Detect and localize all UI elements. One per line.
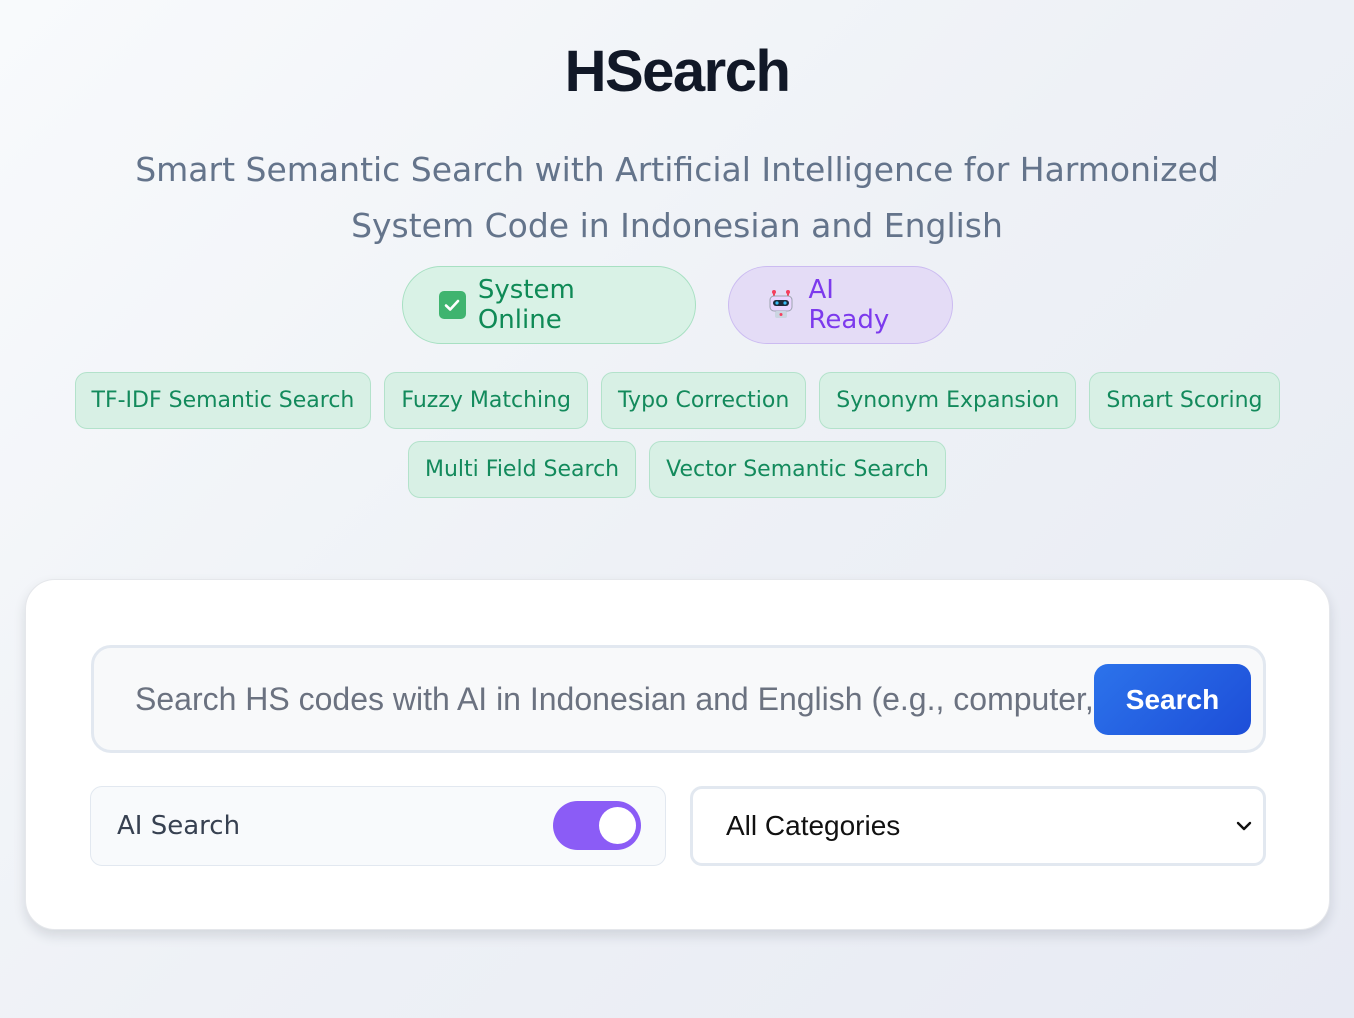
ai-search-toggle[interactable] bbox=[553, 801, 641, 850]
ai-search-row: AI Search bbox=[90, 786, 666, 866]
search-card: Search AI Search All Categories bbox=[25, 579, 1330, 930]
status-row: System Online AI Ready bbox=[0, 266, 1354, 344]
app-title: HSearch bbox=[564, 39, 791, 104]
system-online-label: System Online bbox=[477, 275, 575, 335]
page: HSearch Smart Semantic Search with Artif… bbox=[0, 0, 1354, 1018]
feature-tag: TF-IDF Semantic Search bbox=[74, 372, 372, 429]
system-online-badge: System Online bbox=[401, 266, 696, 344]
feature-tag: Smart Scoring bbox=[1089, 372, 1280, 429]
ai-search-label: AI Search bbox=[117, 811, 241, 841]
robot-icon bbox=[765, 289, 797, 321]
search-box: Search bbox=[91, 645, 1266, 753]
feature-tag: Synonym Expansion bbox=[819, 372, 1077, 429]
toggle-knob bbox=[599, 807, 636, 844]
category-select[interactable]: All Categories bbox=[690, 786, 1266, 866]
header: HSearch bbox=[0, 36, 1354, 108]
ai-ready-label: AI Ready bbox=[808, 275, 890, 335]
feature-tag: Vector Semantic Search bbox=[649, 441, 946, 498]
feature-tags: TF-IDF Semantic Search Fuzzy Matching Ty… bbox=[60, 372, 1294, 498]
ai-ready-badge: AI Ready bbox=[727, 266, 953, 344]
feature-tag: Multi Field Search bbox=[408, 441, 637, 498]
check-icon bbox=[438, 291, 466, 319]
search-input[interactable] bbox=[94, 648, 1094, 750]
chevron-down-icon bbox=[1235, 817, 1253, 835]
search-button[interactable]: Search bbox=[1094, 664, 1251, 735]
app-subtitle: Smart Semantic Search with Artificial In… bbox=[135, 150, 1219, 245]
category-selected-value: All Categories bbox=[726, 810, 901, 841]
feature-tag: Typo Correction bbox=[601, 372, 807, 429]
feature-tag: Fuzzy Matching bbox=[384, 372, 589, 429]
